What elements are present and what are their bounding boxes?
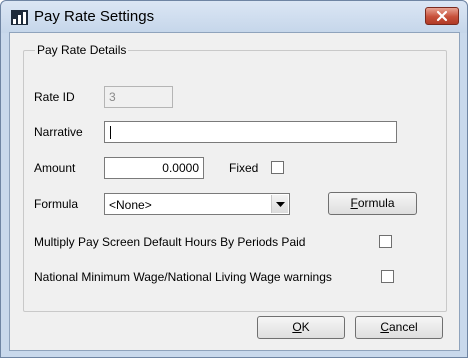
multiply-checkbox[interactable]	[379, 235, 392, 248]
fixed-checkbox[interactable]	[271, 161, 284, 174]
formula-button-label: ormula	[357, 196, 395, 210]
group-label: Pay Rate Details	[35, 43, 129, 57]
ok-button[interactable]: OK	[257, 316, 345, 339]
rate-id-value: 3	[109, 90, 116, 104]
chevron-down-icon	[275, 201, 285, 207]
ok-button-label: K	[301, 320, 310, 334]
cancel-button[interactable]: Cancel	[355, 316, 443, 339]
text-caret	[110, 126, 111, 139]
title-bar[interactable]: Pay Rate Settings	[1, 1, 467, 33]
formula-button[interactable]: Formula	[328, 192, 417, 215]
cancel-button-mnemonic: C	[380, 320, 389, 334]
amount-value: 0.0000	[162, 161, 199, 175]
fixed-label: Fixed	[229, 161, 259, 175]
rate-id-field: 3	[104, 86, 173, 108]
amount-field[interactable]: 0.0000	[104, 157, 204, 179]
dialog-body: Pay Rate Details Rate ID 3 Narrative Amo…	[9, 32, 460, 351]
formula-select[interactable]: <None>	[104, 193, 290, 215]
formula-label: Formula	[34, 197, 79, 211]
formula-button-mnemonic: F	[350, 196, 358, 210]
ok-button-mnemonic: O	[292, 320, 302, 334]
min-wage-label: National Minimum Wage/National Living Wa…	[34, 270, 332, 284]
min-wage-checkbox[interactable]	[381, 270, 394, 283]
narrative-field[interactable]	[104, 121, 397, 143]
narrative-label: Narrative	[34, 125, 83, 139]
multiply-label: Multiply Pay Screen Default Hours By Per…	[34, 235, 306, 249]
dropdown-arrow[interactable]	[271, 195, 288, 213]
amount-label: Amount	[34, 161, 76, 175]
chart-bars-icon	[11, 10, 28, 25]
pay-rate-settings-window: Pay Rate Settings Pay Rate Details Rate …	[0, 0, 468, 358]
rate-id-label: Rate ID	[34, 90, 75, 104]
close-button[interactable]	[425, 7, 459, 25]
pay-rate-details-group: Pay Rate Details Rate ID 3 Narrative Amo…	[23, 43, 447, 312]
window-title: Pay Rate Settings	[34, 8, 155, 25]
cancel-button-label: ancel	[388, 320, 418, 334]
close-x-icon	[436, 10, 448, 22]
formula-select-value: <None>	[109, 198, 152, 212]
